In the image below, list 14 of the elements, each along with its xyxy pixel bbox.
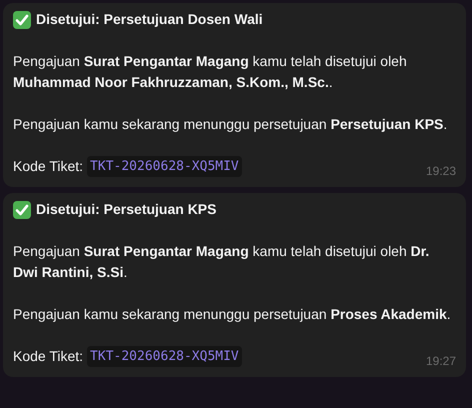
- message-paragraph: Pengajuan kamu sekarang menunggu persetujuan Persetujuan KPS.: [13, 115, 448, 134]
- message-title: Disetujui: Persetujuan Dosen Wali: [36, 10, 263, 29]
- ticket-code: TKT-20260628-XQ5MIV: [87, 156, 242, 177]
- check-mark-icon: [13, 10, 31, 28]
- message-paragraph: Pengajuan kamu sekarang menunggu persetujuan Proses Akademik.: [13, 305, 452, 324]
- message-paragraph: Pengajuan Surat Pengantar Magang kamu telah disetujui oleh Muhammad Noor Fakhruzzaman, S.Kom., M.Sc..: [13, 52, 408, 92]
- ticket-label: Kode Tiket:: [13, 157, 84, 176]
- message-title: Disetujui: Persetujuan KPS: [36, 200, 216, 219]
- check-mark-icon: [13, 200, 31, 218]
- message-time: 19:27: [426, 353, 456, 370]
- message-time: 19:23: [426, 163, 456, 180]
- message-paragraph: Pengajuan Surat Pengantar Magang kamu telah disetujui oleh Dr. Dwi Rantini, S.Si.: [13, 242, 430, 282]
- ticket-label: Kode Tiket:: [13, 347, 84, 366]
- ticket-code: TKT-20260628-XQ5MIV: [87, 346, 242, 367]
